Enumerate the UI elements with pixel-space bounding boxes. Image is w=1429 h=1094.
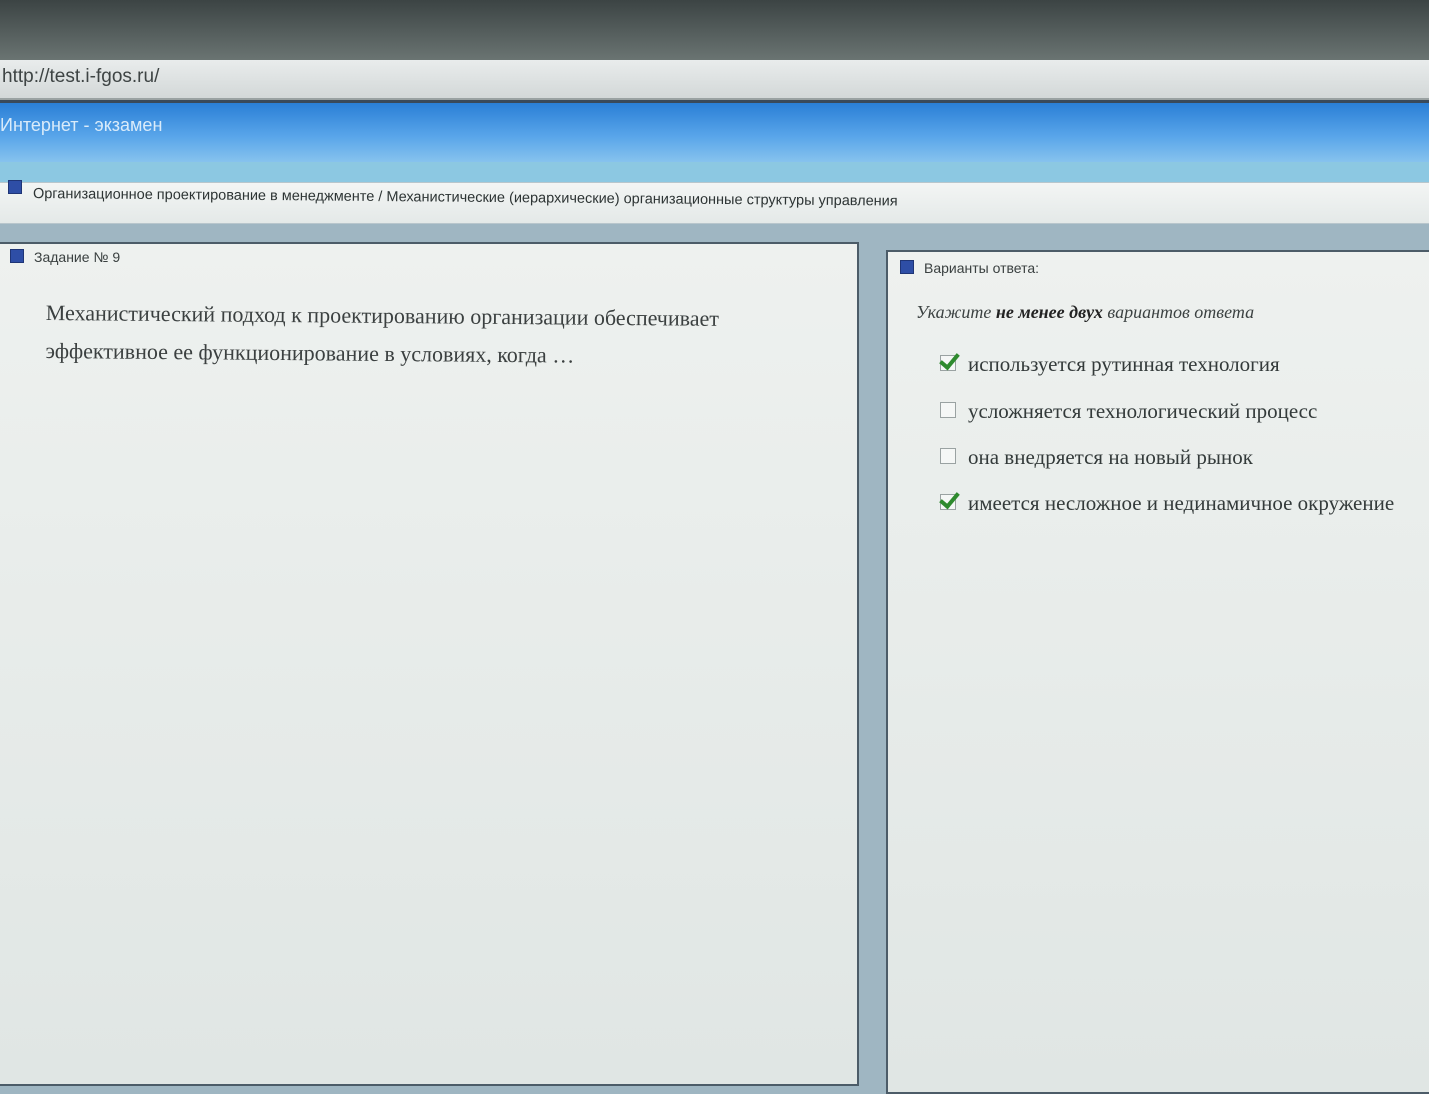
app-header: Интернет - экзамен xyxy=(0,100,1429,165)
header-stripe xyxy=(0,162,1429,182)
breadcrumb-text: Организационное проектирование в менеджм… xyxy=(32,186,898,210)
answers-panel: Варианты ответа: Укажите не менее двух в… xyxy=(886,250,1429,1094)
browser-title-bar xyxy=(0,0,1429,60)
breadcrumb: Организационное проектирование в менеджм… xyxy=(0,180,1429,224)
instruction-prefix: Укажите xyxy=(916,302,996,322)
task-heading-text: Задание № 9 xyxy=(34,249,121,265)
checkbox-unchecked-icon[interactable] xyxy=(940,448,956,464)
answers-heading: Варианты ответа: xyxy=(900,260,1039,276)
answer-option-label: она внедряется на новый рынок xyxy=(968,445,1253,469)
square-bullet-icon xyxy=(8,180,22,194)
instruction-bold: не менее двух xyxy=(995,302,1103,322)
task-heading: Задание № 9 xyxy=(10,249,120,265)
task-panel: Задание № 9 Механистический подход к про… xyxy=(0,242,859,1086)
answer-option-label: имеется несложное и нединамичное окружен… xyxy=(968,491,1395,515)
address-bar[interactable]: http://test.i-fgos.ru/ xyxy=(0,60,1429,100)
answer-option[interactable]: имеется несложное и нединамичное окружен… xyxy=(940,491,1394,516)
answer-option-label: усложняется технологический процесс xyxy=(968,399,1318,423)
answers-heading-text: Варианты ответа: xyxy=(924,260,1040,276)
app-title: Интернет - экзамен xyxy=(0,115,163,135)
answer-option[interactable]: используется рутинная технология xyxy=(940,352,1280,377)
question-text: Механистический подход к проектированию … xyxy=(45,299,720,368)
checkbox-checked-icon[interactable] xyxy=(940,494,956,510)
answer-instruction: Укажите не менее двух вариантов ответа xyxy=(916,302,1254,323)
square-bullet-icon xyxy=(10,249,24,263)
instruction-suffix: вариантов ответа xyxy=(1102,302,1255,322)
checkbox-unchecked-icon[interactable] xyxy=(940,402,956,418)
square-bullet-icon xyxy=(900,260,914,274)
checkbox-checked-icon[interactable] xyxy=(940,355,956,371)
answer-option[interactable]: усложняется технологический процесс xyxy=(940,399,1317,424)
answer-option[interactable]: она внедряется на новый рынок xyxy=(940,445,1253,470)
answer-option-label: используется рутинная технология xyxy=(968,352,1280,376)
url-text[interactable]: http://test.i-fgos.ru/ xyxy=(2,66,159,88)
